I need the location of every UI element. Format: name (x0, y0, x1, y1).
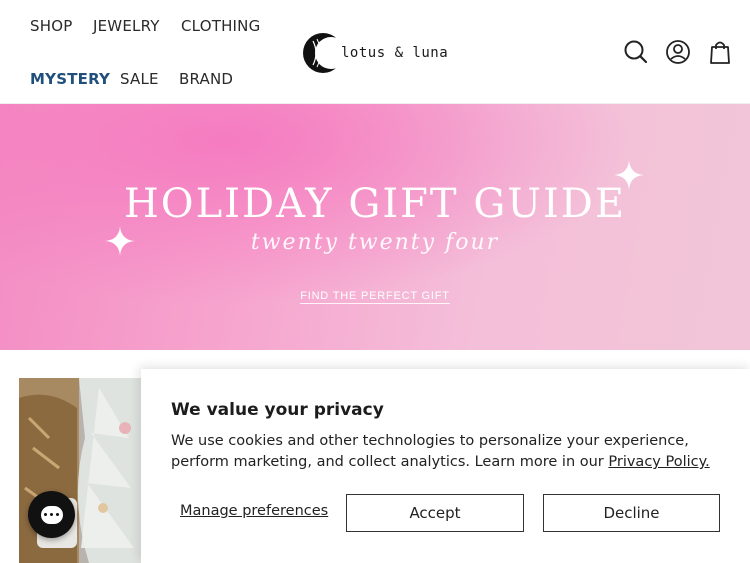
hero-title: HOLIDAY GIFT GUIDE (123, 181, 627, 227)
shopping-bag-icon[interactable] (706, 38, 734, 66)
chat-dot (56, 513, 59, 516)
hero-cta-text[interactable]: FIND THE PERFECT GIFT (300, 290, 450, 304)
holiday-tree-image (19, 378, 141, 563)
cookie-title: We value your privacy (171, 400, 384, 420)
site-header: SHOP JEWELRY CLOTHING MYSTERY SALE BRAND… (0, 0, 750, 104)
decline-button[interactable]: Decline (543, 494, 720, 532)
search-icon[interactable] (622, 38, 650, 66)
hero-cta-link[interactable]: FIND THE PERFECT GIFT (0, 290, 750, 304)
chat-icon (40, 505, 63, 524)
cookie-description: We use cookies and other technologies to… (171, 431, 731, 473)
logo-text: lotus & luna (341, 45, 449, 61)
account-icon[interactable] (664, 38, 692, 66)
nav-clothing[interactable]: CLOTHING (181, 17, 260, 35)
chat-widget-button[interactable] (28, 491, 75, 538)
nav-brand[interactable]: BRAND (179, 70, 233, 88)
nav-shop[interactable]: SHOP (30, 17, 72, 35)
product-image[interactable] (19, 378, 141, 563)
privacy-policy-link[interactable]: Privacy Policy. (608, 454, 709, 470)
chat-dot (50, 513, 53, 516)
chat-dot (44, 513, 47, 516)
manage-preferences-link[interactable]: Manage preferences (180, 503, 328, 519)
hero-subtitle: twenty twenty four (250, 230, 500, 255)
moon-logo-icon (303, 33, 337, 73)
cookie-consent-banner: We value your privacy We use cookies and… (141, 369, 750, 563)
nav-mystery[interactable]: MYSTERY (30, 70, 110, 88)
accept-button[interactable]: Accept (346, 494, 524, 532)
nav-sale[interactable]: SALE (120, 70, 159, 88)
hero-banner[interactable]: HOLIDAY GIFT GUIDE twenty twenty four FI… (0, 104, 750, 350)
nav-jewelry[interactable]: JEWELRY (93, 17, 160, 35)
brand-logo[interactable]: lotus & luna (303, 31, 453, 75)
